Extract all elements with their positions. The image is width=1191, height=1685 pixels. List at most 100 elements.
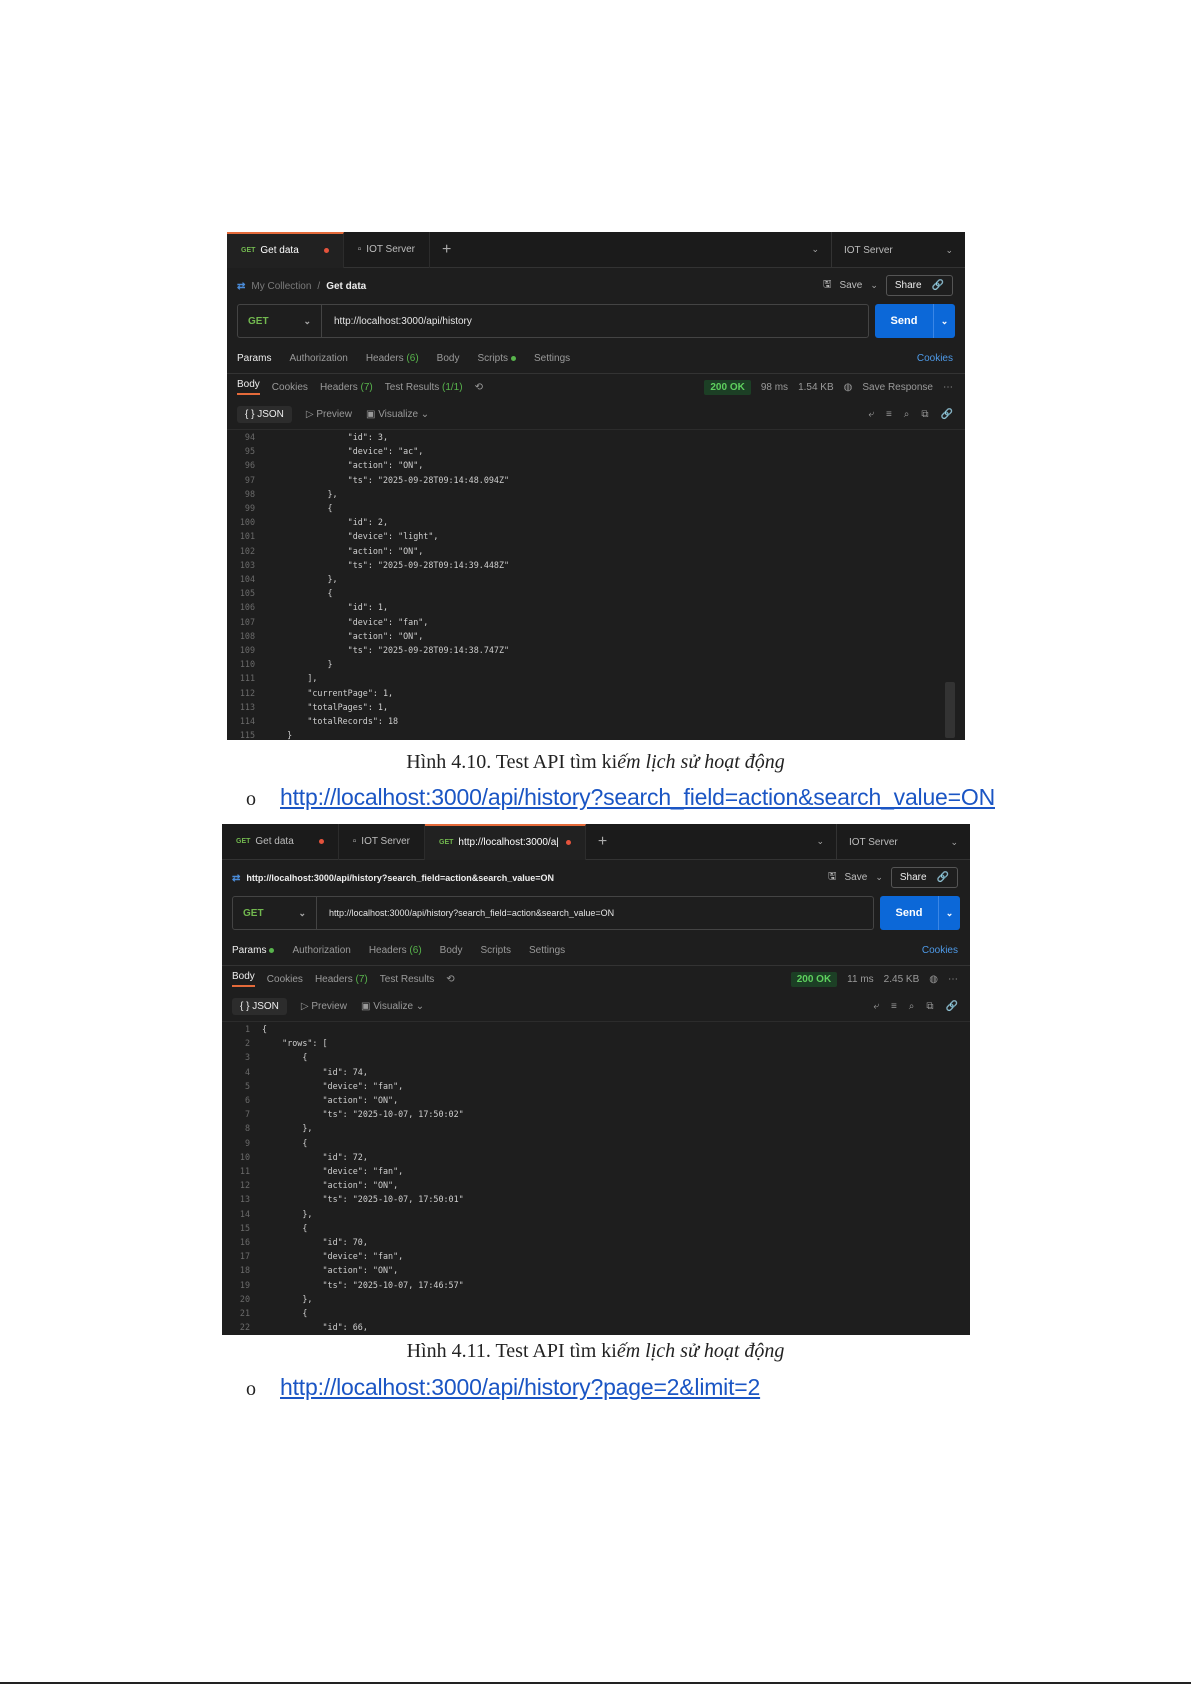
tab-label: Get data <box>255 836 294 847</box>
line-number: 112 <box>239 687 255 698</box>
tab-response-headers[interactable]: Headers (7) <box>315 974 368 985</box>
history-icon[interactable]: ⟲ <box>475 382 483 393</box>
chevron-down-icon: ⌄ <box>945 244 953 255</box>
wrap-icon[interactable]: ⤶ <box>868 409 874 420</box>
search-icon[interactable]: ⌕ <box>909 1001 915 1012</box>
tab-response-body[interactable]: Body <box>232 971 255 987</box>
tab-scripts[interactable]: Scripts <box>480 945 511 956</box>
cookies-link[interactable]: Cookies <box>917 353 953 364</box>
filter-icon[interactable]: ≡ <box>891 1001 897 1012</box>
tab-body[interactable]: Body <box>440 945 463 956</box>
code-text: "device": "ac", <box>267 446 424 457</box>
breadcrumb-request[interactable]: http://localhost:3000/api/history?search… <box>246 873 554 883</box>
environment-select[interactable]: IOT Server ⌄ <box>836 824 970 860</box>
code-text: "device": "light", <box>267 531 439 542</box>
tab-body[interactable]: Body <box>437 353 460 364</box>
line-number: 12 <box>239 1180 250 1191</box>
tab-label: http://localhost:3000/a| <box>458 837 559 848</box>
tab-response-cookies[interactable]: Cookies <box>272 382 308 393</box>
send-chevron-down-icon[interactable]: ⌄ <box>933 304 955 338</box>
share-button[interactable]: Share 🔗 <box>890 867 958 888</box>
save-response-button[interactable]: Save Response <box>862 382 933 393</box>
share-label: Share <box>894 280 922 291</box>
tabs-chevron-down-icon[interactable]: ⌄ <box>811 244 819 255</box>
more-icon[interactable]: ⋯ <box>943 382 953 393</box>
code-text: "action": "ON", <box>267 630 424 641</box>
new-tab-plus-icon[interactable]: + <box>586 833 619 851</box>
save-chevron-down-icon[interactable]: ⌄ <box>870 280 878 291</box>
history-icon[interactable]: ⟲ <box>446 974 454 985</box>
more-icon[interactable]: ⋯ <box>948 974 958 985</box>
filter-icon[interactable]: ≡ <box>886 409 892 420</box>
copy-icon[interactable]: ⧉ <box>921 409 928 420</box>
tab-settings[interactable]: Settings <box>529 945 565 956</box>
url-input[interactable]: http://localhost:3000/api/history?search… <box>317 908 614 918</box>
tab-headers[interactable]: Headers (6) <box>366 353 419 364</box>
code-text: "currentPage": 1, <box>267 687 394 698</box>
tab-response-body[interactable]: Body <box>237 379 260 395</box>
search-icon[interactable]: ⌕ <box>904 409 910 420</box>
preview-button[interactable]: ▷ Preview <box>306 409 352 420</box>
code-text: "id": 1, <box>267 602 389 613</box>
tab-iot-server[interactable]: ▫ IOT Server <box>344 232 431 268</box>
link-icon[interactable]: 🔗 <box>941 409 953 420</box>
request-tabs: Params Authorization Headers (6) Body Sc… <box>222 936 970 966</box>
tab-authorization[interactable]: Authorization <box>292 945 350 956</box>
tab-settings[interactable]: Settings <box>534 353 570 364</box>
cookies-link[interactable]: Cookies <box>922 945 958 956</box>
api-link-search[interactable]: http://localhost:3000/api/history?search… <box>280 784 995 811</box>
http-icon: ⇄ <box>232 872 241 884</box>
send-button[interactable]: Send ⌄ <box>880 896 960 930</box>
wrap-icon[interactable]: ⤶ <box>873 1001 879 1012</box>
tab-history-request[interactable]: GET http://localhost:3000/a| <box>425 824 586 860</box>
preview-label: Preview <box>316 409 352 420</box>
code-text: "ts": "2025-09-28T09:14:39.448Z" <box>267 559 510 570</box>
view-toolbar: { } JSON ▷ Preview ▣ Visualize ⌄ ⤶ ≡ ⌕ ⧉… <box>227 400 965 430</box>
tabs-chevron-down-icon[interactable]: ⌄ <box>816 836 824 847</box>
breadcrumb-request[interactable]: Get data <box>326 281 366 292</box>
tab-get-data[interactable]: GET Get data <box>222 824 339 860</box>
visualize-button[interactable]: ▣ Visualize ⌄ <box>361 1001 424 1012</box>
send-button[interactable]: Send ⌄ <box>875 304 955 338</box>
tab-params[interactable]: Params <box>232 945 275 956</box>
tab-get-data[interactable]: GET Get data <box>227 232 344 268</box>
method-select[interactable]: GET ⌄ <box>238 305 322 337</box>
new-tab-plus-icon[interactable]: + <box>430 241 463 259</box>
code-line: 17 "device": "fan", <box>222 1249 970 1263</box>
tab-params[interactable]: Params <box>237 353 271 364</box>
headers-count: (6) <box>409 945 422 956</box>
scrollbar[interactable] <box>945 682 955 738</box>
format-select[interactable]: { } JSON <box>237 406 292 423</box>
tab-label: Get data <box>260 245 299 256</box>
share-button[interactable]: Share 🔗 <box>885 275 953 296</box>
preview-button[interactable]: ▷ Preview <box>301 1001 347 1012</box>
tab-response-cookies[interactable]: Cookies <box>267 974 303 985</box>
tab-iot-server[interactable]: ▫ IOT Server <box>339 824 426 860</box>
copy-icon[interactable]: ⧉ <box>926 1001 933 1012</box>
send-chevron-down-icon[interactable]: ⌄ <box>938 896 960 930</box>
line-number: 103 <box>239 559 255 570</box>
visualize-button[interactable]: ▣ Visualize ⌄ <box>366 409 429 420</box>
url-input[interactable]: http://localhost:3000/api/history <box>322 316 472 327</box>
code-line: 112 "currentPage": 1, <box>227 686 965 700</box>
link-icon[interactable]: 🔗 <box>946 1001 958 1012</box>
api-link-pagination[interactable]: http://localhost:3000/api/history?page=2… <box>280 1374 760 1401</box>
breadcrumb-collection[interactable]: My Collection <box>251 281 311 292</box>
tab-headers[interactable]: Headers (6) <box>369 945 422 956</box>
response-size: 1.54 KB <box>798 381 834 393</box>
tab-test-results[interactable]: Test Results <box>380 974 434 985</box>
code-line: 19 "ts": "2025-10-07, 17:46:57" <box>222 1278 970 1292</box>
tab-test-results[interactable]: Test Results (1/1) <box>385 382 463 393</box>
link-icon: 🔗 <box>931 280 944 291</box>
method-select[interactable]: GET ⌄ <box>233 897 317 929</box>
tab-authorization[interactable]: Authorization <box>289 353 347 364</box>
tab-scripts[interactable]: Scripts <box>477 353 517 364</box>
save-button[interactable]: Save <box>845 872 868 883</box>
environment-select[interactable]: IOT Server ⌄ <box>831 232 965 268</box>
code-line: 9 { <box>222 1136 970 1150</box>
format-select[interactable]: { } JSON <box>232 998 287 1015</box>
save-button[interactable]: Save <box>840 280 863 291</box>
save-chevron-down-icon[interactable]: ⌄ <box>875 872 883 883</box>
code-line: 100 "id": 2, <box>227 515 965 529</box>
tab-response-headers[interactable]: Headers (7) <box>320 382 373 393</box>
